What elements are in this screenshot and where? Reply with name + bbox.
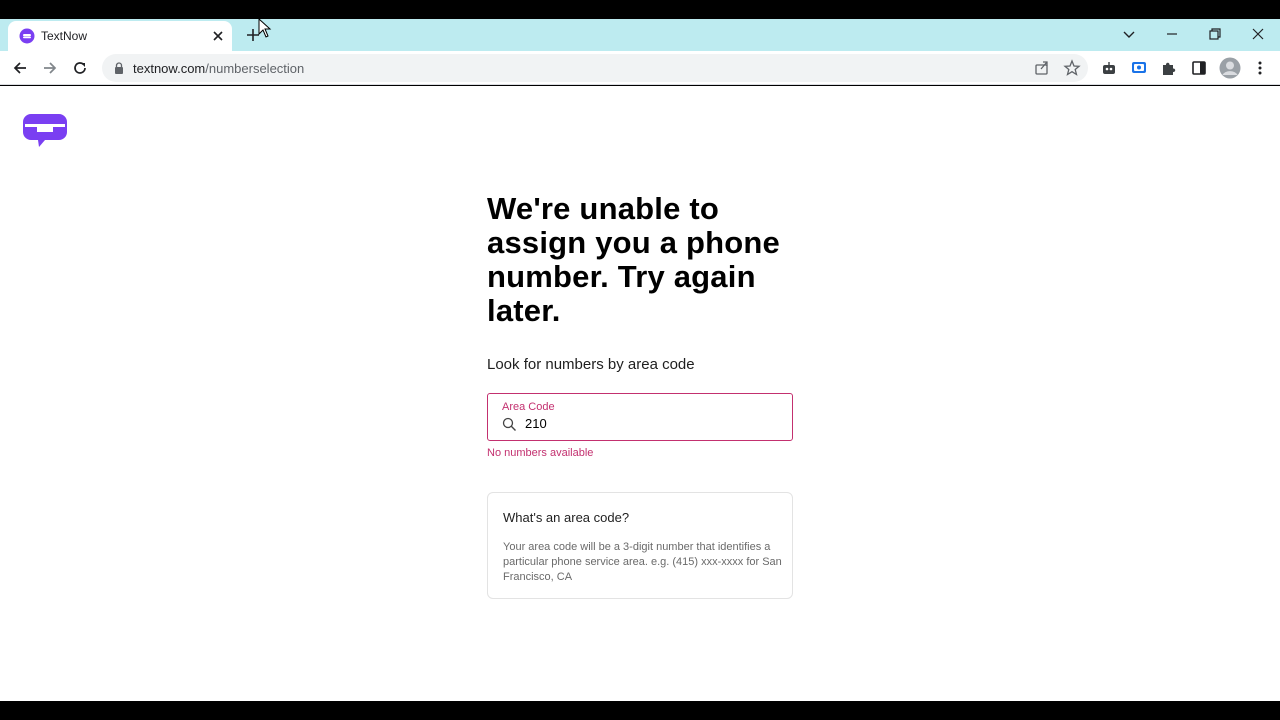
chevron-down-icon[interactable] (1120, 25, 1138, 43)
area-code-field[interactable]: Area Code (487, 393, 793, 441)
mouse-cursor-icon (258, 18, 272, 38)
minimize-icon[interactable] (1163, 25, 1181, 43)
screen-border-top (0, 0, 1280, 19)
textnow-favicon-icon (19, 28, 35, 44)
url-path: /numberselection (205, 61, 305, 76)
screen-capture-icon[interactable] (1130, 59, 1148, 77)
close-window-icon[interactable] (1249, 25, 1267, 43)
page-content: We're unable to assign you a phone numbe… (0, 86, 1280, 701)
info-card-title: What's an area code? (503, 510, 630, 525)
menu-icon[interactable] (1251, 59, 1269, 77)
search-icon (502, 417, 516, 431)
restore-icon[interactable] (1206, 25, 1224, 43)
textnow-logo-icon[interactable] (23, 110, 67, 150)
puzzle-icon[interactable] (1160, 59, 1178, 77)
star-icon[interactable] (1063, 59, 1081, 77)
robot-extension-icon[interactable] (1100, 59, 1118, 77)
area-code-prompt: Look for numbers by area code (487, 356, 695, 373)
back-icon[interactable] (11, 59, 29, 77)
side-panel-icon[interactable] (1190, 59, 1208, 77)
close-icon[interactable] (210, 28, 226, 44)
avatar[interactable] (1219, 57, 1241, 79)
address-bar[interactable]: textnow.com/numberselection (102, 54, 1088, 82)
area-code-label: Area Code (502, 401, 555, 413)
lock-icon[interactable] (113, 62, 125, 74)
forward-icon[interactable] (41, 59, 59, 77)
browser-tab[interactable]: TextNow (8, 21, 232, 51)
reload-icon[interactable] (71, 59, 89, 77)
tab-title: TextNow (41, 29, 88, 43)
tab-strip: TextNow (0, 19, 1280, 51)
url-text: textnow.com/numberselection (133, 61, 304, 76)
browser-toolbar: textnow.com/numberselection (0, 51, 1280, 85)
area-code-info-card: What's an area code? Your area code will… (487, 492, 793, 599)
info-card-body: Your area code will be a 3-digit number … (503, 541, 782, 583)
error-message: No numbers available (487, 447, 594, 459)
share-icon[interactable] (1033, 59, 1051, 77)
screen-border-bottom (0, 701, 1280, 720)
url-host: textnow.com (133, 61, 206, 76)
area-code-input[interactable] (525, 416, 775, 431)
page-headline: We're unable to assign you a phone numbe… (487, 191, 780, 328)
